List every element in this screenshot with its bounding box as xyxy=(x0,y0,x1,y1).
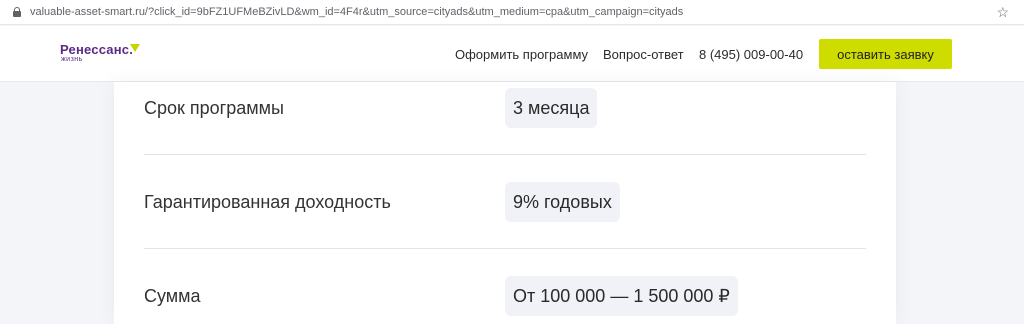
site-header: Ренессанс. жизнь Оформить программу Вопр… xyxy=(0,26,1024,82)
logo[interactable]: Ренессанс. жизнь xyxy=(60,42,140,63)
logo-triangle-icon xyxy=(130,44,140,52)
lock-icon[interactable] xyxy=(13,7,21,17)
detail-label-yield: Гарантированная доходность xyxy=(144,192,391,212)
logo-main-text: Ренессанс. xyxy=(60,42,134,57)
nav-link-faq[interactable]: Вопрос-ответ xyxy=(603,47,684,62)
detail-value-term: 3 месяца xyxy=(505,88,598,128)
divider xyxy=(144,154,866,155)
submit-application-button[interactable]: оставить заявку xyxy=(819,39,952,69)
url-text[interactable]: valuable-asset-smart.ru/?click_id=9bFZ1U… xyxy=(30,6,683,18)
detail-label-amount: Сумма xyxy=(144,286,201,306)
phone-link[interactable]: 8 (495) 009-00-40 xyxy=(699,47,803,62)
logo-sub-text: жизнь xyxy=(61,56,83,63)
address-bar[interactable]: valuable-asset-smart.ru/?click_id=9bFZ1U… xyxy=(0,0,1024,25)
detail-value-yield: 9% годовых xyxy=(505,182,620,222)
nav-link-order-program[interactable]: Оформить программу xyxy=(455,47,588,62)
star-icon[interactable]: ☆ xyxy=(996,4,1009,20)
detail-label-term: Срок программы xyxy=(144,98,284,118)
detail-value-amount: От 100 000 — 1 500 000 ₽ xyxy=(505,276,738,316)
divider xyxy=(144,248,866,249)
